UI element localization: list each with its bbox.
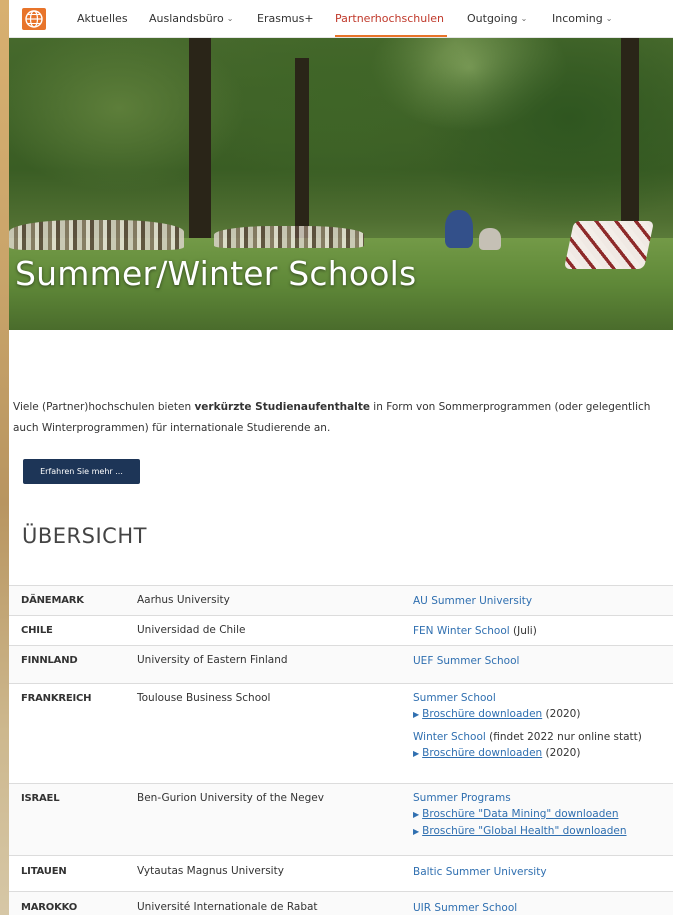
country-cell: CHILE [21, 625, 53, 636]
program-note: (findet 2022 nur online statt) [485, 731, 642, 743]
play-triangle-icon: ▶ [413, 749, 420, 758]
university-cell: Vytautas Magnus University [137, 865, 284, 877]
learn-more-button[interactable]: Erfahren Sie mehr ... [23, 459, 140, 484]
nav-item-incoming[interactable]: Incoming ⌄ [552, 12, 612, 25]
program-note: (Juli) [509, 625, 537, 637]
top-navigation: Aktuelles Auslandsbüro ⌄ Erasmus+ Partner… [9, 0, 673, 38]
country-cell: MAROKKO [21, 902, 78, 913]
country-cell: FRANKREICH [21, 693, 92, 704]
nav-item-auslandsbuero[interactable]: Auslandsbüro ⌄ [149, 12, 233, 25]
nav-item-partnerhochschulen[interactable]: Partnerhochschulen [335, 12, 444, 25]
page: Aktuelles Auslandsbüro ⌄ Erasmus+ Partner… [9, 0, 673, 915]
page-title: Summer/Winter Schools [15, 254, 417, 293]
tree-trunk [621, 38, 639, 238]
university-cell: Ben-Gurion University of the Negev [137, 792, 324, 804]
program-link[interactable]: FEN Winter School [413, 625, 510, 637]
play-triangle-icon: ▶ [413, 827, 420, 836]
intro-text: Viele (Partner)hochschulen bieten verkür… [13, 401, 651, 434]
crowd [9, 220, 184, 250]
table-row: LITAUEN Vytautas Magnus University Balti… [9, 855, 673, 891]
program-link[interactable]: Baltic Summer University [413, 866, 547, 878]
crowd [214, 226, 364, 248]
table-row: MAROKKO Université Internationale de Rab… [9, 891, 673, 915]
program-cell: AU Summer University [413, 593, 532, 609]
country-cell: FINNLAND [21, 655, 78, 666]
play-triangle-icon: ▶ [413, 810, 420, 819]
university-cell: Université Internationale de Rabat [137, 901, 318, 913]
university-cell: Aarhus University [137, 594, 230, 606]
deck-chair [563, 221, 655, 269]
table-row: ISRAEL Ben-Gurion University of the Nege… [9, 783, 673, 855]
person [445, 210, 473, 248]
active-nav-indicator [335, 35, 447, 37]
program-cell: UEF Summer School [413, 653, 519, 669]
tree-trunk [189, 38, 211, 248]
program-cell: Summer Programs ▶ Broschüre "Data Mining"… [413, 790, 627, 840]
program-cell: FEN Winter School (Juli) [413, 623, 537, 639]
table-row: FINNLAND University of Eastern Finland U… [9, 645, 673, 683]
program-link[interactable]: Summer Programs [413, 792, 511, 804]
nav-item-outgoing[interactable]: Outgoing ⌄ [467, 12, 527, 25]
chevron-down-icon: ⌄ [520, 14, 528, 23]
overview-heading: ÜBERSICHT [22, 524, 147, 548]
brochure-download-link[interactable]: Broschüre downloaden [422, 708, 542, 720]
program-note: (2020) [542, 708, 581, 720]
program-link[interactable]: Summer School [413, 692, 496, 704]
university-logo-icon[interactable] [22, 8, 46, 30]
chevron-down-icon: ⌄ [605, 14, 613, 23]
country-cell: DÄNEMARK [21, 595, 84, 606]
university-cell: University of Eastern Finland [137, 654, 288, 666]
program-link[interactable]: UIR Summer School [413, 902, 517, 914]
program-note: (2020) [542, 747, 581, 759]
table-row: CHILE Universidad de Chile FEN Winter Sc… [9, 615, 673, 645]
tree-trunk [295, 58, 309, 243]
university-cell: Toulouse Business School [137, 692, 271, 704]
country-cell: ISRAEL [21, 793, 60, 804]
program-link[interactable]: AU Summer University [413, 595, 532, 607]
brochure-download-link[interactable]: Broschüre "Global Health" downloaden [422, 825, 626, 837]
nav-item-aktuelles[interactable]: Aktuelles [77, 12, 128, 25]
program-link[interactable]: UEF Summer School [413, 655, 519, 667]
nav-item-erasmus[interactable]: Erasmus+ [257, 12, 314, 25]
program-cell: Summer School ▶ Broschüre downloaden (202… [413, 690, 642, 762]
hero-image: Summer/Winter Schools [9, 38, 673, 330]
table-row: FRANKREICH Toulouse Business School Summ… [9, 683, 673, 783]
program-link[interactable]: Winter School [413, 731, 486, 743]
brochure-download-link[interactable]: Broschüre "Data Mining" downloaden [422, 808, 618, 820]
play-triangle-icon: ▶ [413, 710, 420, 719]
chevron-down-icon: ⌄ [226, 14, 234, 23]
table-row: DÄNEMARK Aarhus University AU Summer Uni… [9, 585, 673, 615]
program-cell: UIR Summer School [413, 900, 517, 915]
program-cell: Baltic Summer University [413, 864, 547, 880]
brochure-download-link[interactable]: Broschüre downloaden [422, 747, 542, 759]
university-cell: Universidad de Chile [137, 624, 246, 636]
person [479, 228, 501, 250]
country-cell: LITAUEN [21, 866, 67, 877]
